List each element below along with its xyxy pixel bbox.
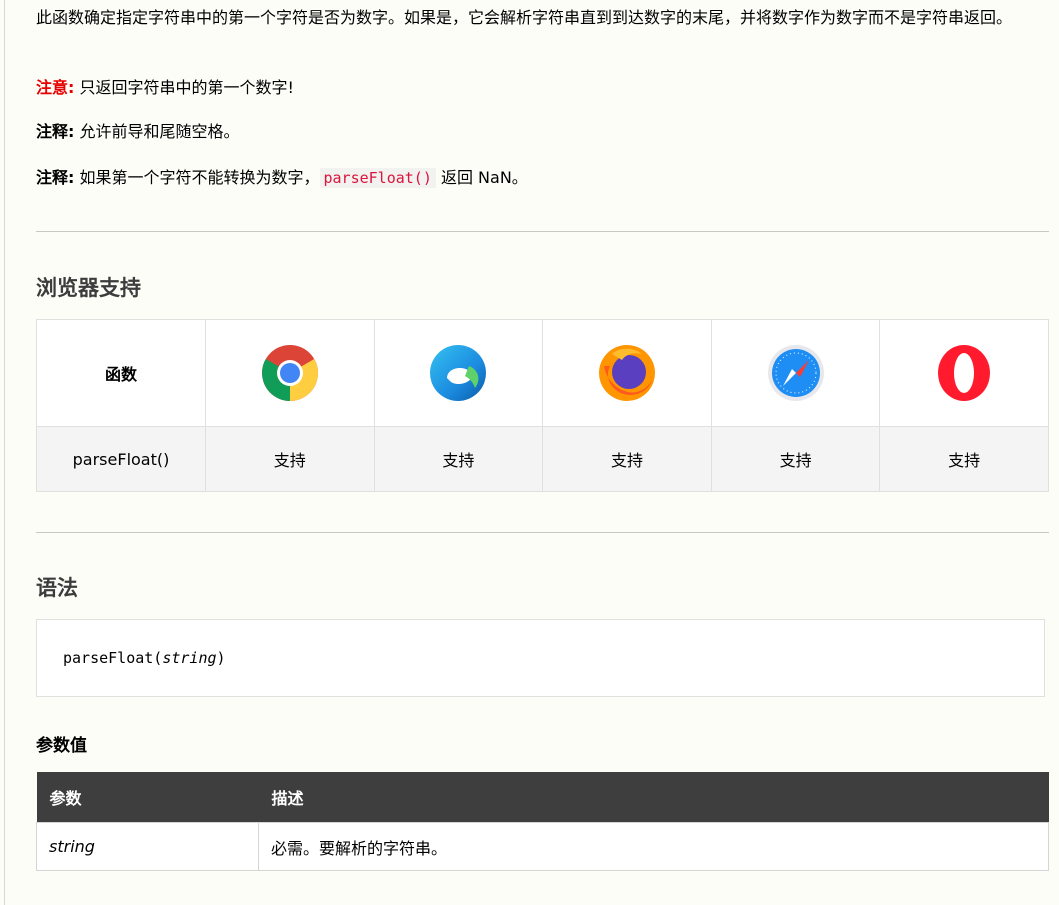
browser-support-heading: 浏览器支持 bbox=[36, 276, 141, 300]
syntax-param: string bbox=[162, 649, 217, 667]
intro-paragraph: 此函数确定指定字符串中的第一个字符是否为数字。如果是，它会解析字符串直到到达数字… bbox=[36, 8, 1013, 27]
syntax-code-box: parseFloat(string) bbox=[36, 619, 1045, 697]
description-column-header: 描述 bbox=[258, 772, 1049, 823]
browser-cell-firefox bbox=[542, 319, 712, 427]
edge-icon bbox=[375, 344, 543, 402]
browser-cell-safari bbox=[710, 319, 881, 427]
remark-paragraph-1: 注释: 允许前导和尾随空格。 bbox=[36, 119, 240, 145]
param-description-cell: 必需。要解析的字符串。 bbox=[258, 822, 1049, 871]
syntax-code: parseFloat(string) bbox=[63, 649, 226, 667]
browser-cell-opera bbox=[879, 319, 1049, 427]
syntax-heading: 语法 bbox=[36, 576, 78, 600]
support-cell-chrome: 支持 bbox=[205, 426, 375, 492]
section-divider bbox=[36, 231, 1049, 232]
chrome-icon bbox=[206, 344, 374, 402]
remark-text-after: 返回 NaN。 bbox=[435, 168, 528, 187]
safari-icon bbox=[712, 344, 880, 402]
param-column-header: 参数 bbox=[36, 772, 259, 823]
support-cell-opera: 支持 bbox=[879, 426, 1049, 492]
browser-table-row: parseFloat() 支持 支持 支持 支持 支持 bbox=[36, 426, 1049, 492]
parameters-table: 参数 描述 string 必需。要解析的字符串。 bbox=[36, 772, 1049, 871]
table-row: string 必需。要解析的字符串。 bbox=[36, 822, 1049, 871]
param-name-cell: string bbox=[36, 822, 259, 871]
remark-paragraph-2: 注释: 如果第一个字符不能转换为数字， parseFloat() 返回 NaN。 bbox=[36, 165, 528, 191]
inline-code: parseFloat() bbox=[319, 168, 436, 188]
note-label: 注意: bbox=[36, 78, 75, 97]
opera-icon bbox=[880, 344, 1048, 402]
browser-table-header-row: 函数 bbox=[36, 319, 1049, 427]
note-text: 只返回字符串中的第一个数字! bbox=[74, 78, 294, 97]
browser-support-table: 函数 parseFloat() 支持 支持 支持 支持 支持 bbox=[36, 319, 1049, 492]
browser-cell-edge bbox=[373, 319, 544, 427]
parameters-heading: 参数值 bbox=[36, 736, 87, 756]
remark-text: 如果第一个字符不能转换为数字， bbox=[74, 168, 320, 187]
parameters-header-row: 参数 描述 bbox=[36, 772, 1049, 823]
browser-cell-chrome bbox=[205, 319, 375, 427]
remark-label: 注释: bbox=[36, 168, 75, 187]
support-cell-safari: 支持 bbox=[710, 426, 881, 492]
page-left-border bbox=[4, 0, 5, 905]
remark-text: 允许前导和尾随空格。 bbox=[74, 122, 240, 141]
section-divider bbox=[36, 532, 1049, 533]
function-name-cell: parseFloat() bbox=[36, 426, 206, 492]
function-column-header: 函数 bbox=[36, 319, 206, 427]
support-cell-firefox: 支持 bbox=[542, 426, 712, 492]
support-cell-edge: 支持 bbox=[373, 426, 544, 492]
firefox-icon bbox=[543, 344, 711, 402]
note-paragraph: 注意: 只返回字符串中的第一个数字! bbox=[36, 75, 294, 101]
remark-label: 注释: bbox=[36, 122, 75, 141]
